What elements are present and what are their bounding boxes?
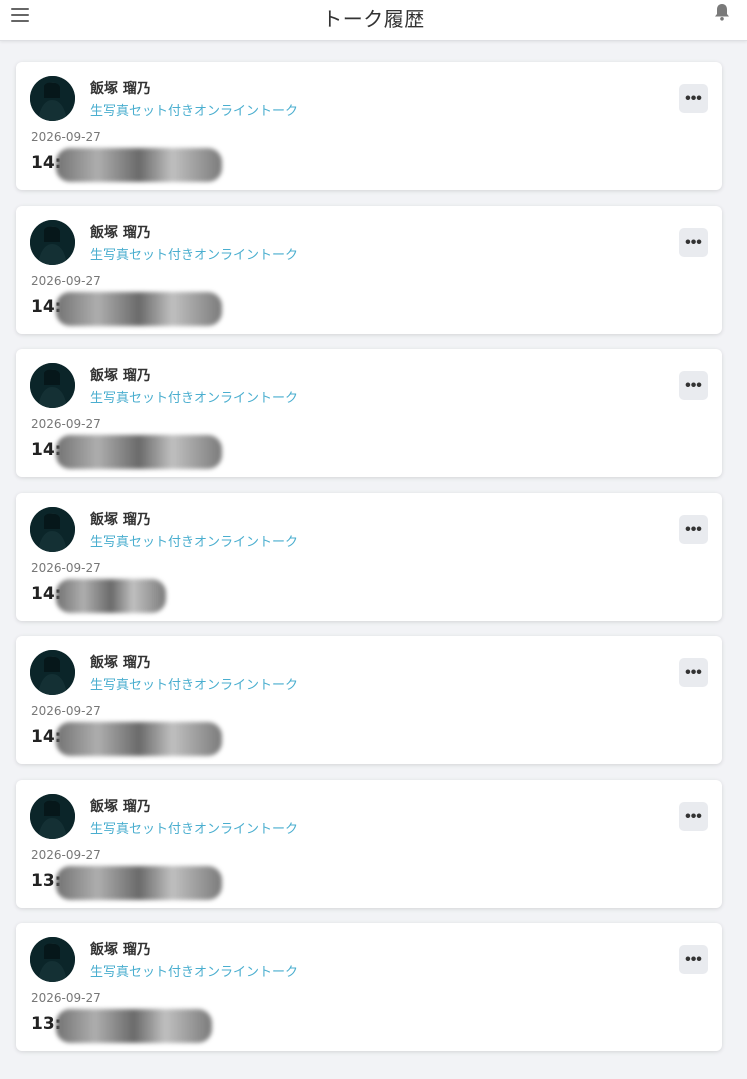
talk-date: 2026-09-27	[31, 273, 101, 288]
page-title: トーク履歴	[322, 7, 425, 31]
talk-card[interactable]: 飯塚 瑠乃 生写真セット付きオンライントーク 2026-09-27 14: ••…	[16, 62, 722, 190]
redacted-time	[56, 1009, 212, 1043]
member-name: 飯塚 瑠乃	[90, 368, 151, 384]
avatar	[30, 793, 75, 839]
redacted-time	[56, 722, 222, 756]
redacted-time	[56, 578, 166, 613]
more-options-button[interactable]: •••	[679, 84, 708, 113]
talk-date: 2026-09-27	[31, 417, 101, 431]
talk-history-list: 飯塚 瑠乃 生写真セット付きオンライントーク 2026-09-27 14: ••…	[16, 62, 722, 1067]
member-name: 飯塚 瑠乃	[90, 224, 151, 241]
talk-date: 2026-09-27	[31, 130, 101, 144]
talk-date: 2026-09-27	[31, 704, 101, 718]
avatar	[30, 363, 75, 408]
talk-card[interactable]: 飯塚 瑠乃 生写真セット付きオンライントーク 2026-09-27 13: ••…	[16, 779, 722, 908]
talk-card[interactable]: 飯塚 瑠乃 生写真セット付きオンライントーク 2026-09-27 13: ••…	[16, 923, 722, 1051]
talk-type: 生写真セット付きオンライントーク	[90, 534, 299, 550]
avatar	[30, 219, 75, 265]
avatar	[30, 506, 75, 552]
talk-type: 生写真セット付きオンライントーク	[90, 104, 299, 119]
talk-type: 生写真セット付きオンライントーク	[90, 965, 299, 980]
member-name: 飯塚 瑠乃	[90, 798, 151, 815]
talk-date: 2026-09-27	[31, 560, 101, 575]
bell-icon[interactable]	[712, 2, 732, 22]
more-options-button[interactable]: •••	[679, 801, 708, 831]
member-name: 飯塚 瑠乃	[90, 81, 151, 97]
more-options-button[interactable]: •••	[679, 658, 708, 687]
avatar	[30, 76, 75, 121]
redacted-time	[56, 865, 222, 900]
avatar	[30, 650, 75, 695]
talk-card[interactable]: 飯塚 瑠乃 生写真セット付きオンライントーク 2026-09-27 14: ••…	[16, 492, 722, 621]
more-options-button[interactable]: •••	[679, 514, 708, 544]
talk-type: 生写真セット付きオンライントーク	[90, 247, 299, 263]
app-header: トーク履歴	[0, 0, 747, 41]
talk-date: 2026-09-27	[31, 991, 101, 1005]
talk-card[interactable]: 飯塚 瑠乃 生写真セット付きオンライントーク 2026-09-27 14: ••…	[16, 205, 722, 334]
talk-card[interactable]: 飯塚 瑠乃 生写真セット付きオンライントーク 2026-09-27 14: ••…	[16, 349, 722, 477]
member-name: 飯塚 瑠乃	[90, 942, 151, 958]
member-name: 飯塚 瑠乃	[90, 511, 151, 528]
talk-type: 生写真セット付きオンライントーク	[90, 391, 299, 406]
redacted-time	[56, 148, 222, 182]
talk-card[interactable]: 飯塚 瑠乃 生写真セット付きオンライントーク 2026-09-27 14: ••…	[16, 636, 722, 764]
redacted-time	[56, 435, 222, 469]
member-name: 飯塚 瑠乃	[90, 655, 151, 671]
talk-type: 生写真セット付きオンライントーク	[90, 821, 299, 837]
more-options-button[interactable]: •••	[679, 227, 708, 257]
avatar	[30, 937, 75, 982]
more-options-button[interactable]: •••	[679, 945, 708, 974]
talk-type: 生写真セット付きオンライントーク	[90, 678, 299, 693]
more-options-button[interactable]: •••	[679, 371, 708, 400]
talk-date: 2026-09-27	[31, 847, 101, 862]
redacted-time	[56, 291, 222, 326]
